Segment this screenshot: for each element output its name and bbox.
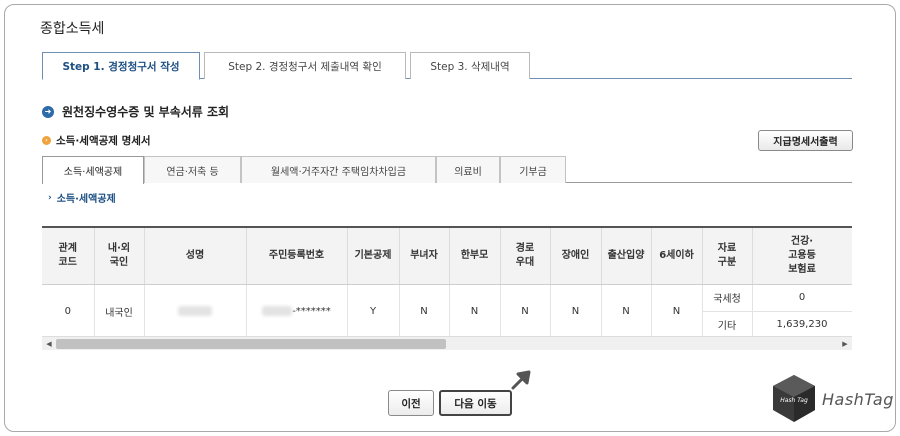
col-header-under6: 6세이하 xyxy=(651,228,703,285)
col-header-single-parent: 한부모 xyxy=(449,228,501,285)
tab-medical[interactable]: 의료비 xyxy=(436,156,500,183)
tab-pension-savings[interactable]: 연금·저축 등 xyxy=(144,156,241,183)
deduction-table-wrapper: 관계 코드 내·외 국인 성명 주민등록번호 기본공제 부녀자 한부모 경로 우… xyxy=(42,226,852,336)
tab-step-2[interactable]: Step 2. 경정청구서 제출내역 확인 xyxy=(204,52,406,79)
tab-step-3[interactable]: Step 3. 삭제내역 xyxy=(410,52,530,79)
cell-disabled: N xyxy=(550,284,602,336)
section-title: ➜ 원천징수영수증 및 부속서류 조회 xyxy=(42,103,229,120)
col-header-nationality: 내·외 국인 xyxy=(94,228,145,285)
cell-insurance-amount: 1,639,230 xyxy=(752,311,852,336)
cell-relation-code: 0 xyxy=(42,284,95,336)
inner-tabs: 소득·세액공제 연금·저축 등 월세액·거주자간 주택임차차입금 의료비 기부금 xyxy=(42,156,852,184)
logo-wordmark: HashTag xyxy=(822,390,894,409)
sub-title-label: 소득·세액공제 명세서 xyxy=(56,135,151,147)
col-header-woman: 부녀자 xyxy=(399,228,450,285)
masked-name xyxy=(178,305,212,316)
cell-rrn: -******* xyxy=(246,284,348,336)
tab-income-deduction[interactable]: 소득·세액공제 xyxy=(42,156,144,184)
print-statement-button[interactable]: 지급명세서출력 xyxy=(758,130,853,151)
masked-rrn-prefix xyxy=(262,305,293,316)
income-deduction-link[interactable]: › 소득·세액공제 xyxy=(48,190,116,206)
page-title: 종합소득세 xyxy=(40,21,105,37)
cell-name xyxy=(144,284,247,336)
header-text: 6세이하 xyxy=(659,249,694,261)
header-text: 부녀자 xyxy=(410,249,438,261)
table-row: 0 내국인 -******* Y N N N N N N 국세청 0 xyxy=(42,284,852,336)
prev-button[interactable]: 이전 xyxy=(388,390,434,416)
header-text: 건강· 고용등 보험료 xyxy=(788,235,816,275)
header-text: 관계 코드 xyxy=(58,242,77,268)
cell-woman: N xyxy=(399,284,450,336)
scrollbar-thumb[interactable] xyxy=(56,339,446,349)
pointer-arrow-icon xyxy=(511,370,531,390)
tab-step-1[interactable]: Step 1. 경정청구서 작성 xyxy=(42,52,200,80)
cell-elderly: N xyxy=(500,284,551,336)
horizontal-scrollbar[interactable]: ◀ ▶ xyxy=(42,336,852,350)
section-title-label: 원천징수영수증 및 부속서류 조회 xyxy=(62,105,230,119)
cell-insurance-amount: 0 xyxy=(752,284,852,312)
col-header-name: 성명 xyxy=(144,228,247,285)
col-header-basic-deduction: 기본공제 xyxy=(347,228,400,285)
header-text: 성명 xyxy=(185,249,205,261)
col-header-elderly: 경로 우대 xyxy=(500,228,551,285)
col-header-disabled: 장애인 xyxy=(550,228,602,285)
deduction-table: 관계 코드 내·외 국인 성명 주민등록번호 기본공제 부녀자 한부모 경로 우… xyxy=(42,228,852,336)
step-tabs: Step 1. 경정청구서 작성 Step 2. 경정청구서 제출내역 확인 S… xyxy=(42,52,852,80)
cell-nationality: 내국인 xyxy=(94,284,145,336)
header-text: 주민등록번호 xyxy=(268,249,325,261)
col-header-birth-adoption: 출산입양 xyxy=(601,228,652,285)
cell-basic-deduction: Y xyxy=(347,284,400,336)
header-text: 내·외 국인 xyxy=(107,242,131,268)
col-header-insurance: 건강· 고용등 보험료 xyxy=(752,228,852,285)
sub-title: › 소득·세액공제 명세서 xyxy=(42,133,151,148)
cell-source-type: 기타 xyxy=(702,311,753,336)
cell-birth-adoption: N xyxy=(601,284,652,336)
tab-donation[interactable]: 기부금 xyxy=(500,156,566,183)
header-text: 경로 우대 xyxy=(515,242,535,268)
cell-single-parent: N xyxy=(449,284,501,336)
col-header-source-type: 자료 구분 xyxy=(702,228,753,285)
tab-rent-housing[interactable]: 월세액·거주자간 주택임차차입금 xyxy=(241,156,436,183)
circle-arrow-icon: ➜ xyxy=(42,105,54,118)
cell-under6: N xyxy=(651,284,703,336)
header-text: 출산입양 xyxy=(607,249,645,261)
header-text: 자료 구분 xyxy=(717,242,737,268)
table-header-row: 관계 코드 내·외 국인 성명 주민등록번호 기본공제 부녀자 한부모 경로 우… xyxy=(42,228,852,285)
col-header-rrn: 주민등록번호 xyxy=(246,228,348,285)
scroll-left-icon[interactable]: ◀ xyxy=(43,338,55,350)
chevron-right-icon: › xyxy=(48,192,52,203)
cell-source-type: 국세청 xyxy=(702,284,753,312)
logo-cube-text: Hash Tag xyxy=(780,397,808,404)
next-button[interactable]: 다음 이동 xyxy=(439,390,512,416)
col-header-relation-code: 관계 코드 xyxy=(42,228,95,285)
circle-arrow-icon: › xyxy=(42,136,51,145)
rrn-suffix: -******* xyxy=(292,305,331,317)
header-text: 한부모 xyxy=(460,249,489,261)
header-text: 기본공제 xyxy=(354,249,392,261)
scroll-right-icon[interactable]: ▶ xyxy=(839,338,851,350)
header-text: 장애인 xyxy=(561,249,590,261)
income-deduction-link-label: 소득·세액공제 xyxy=(56,194,116,205)
